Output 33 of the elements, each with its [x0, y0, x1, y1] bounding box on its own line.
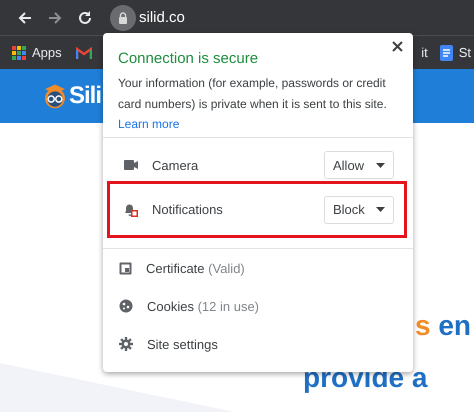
apps-grid-icon	[12, 46, 26, 60]
permission-label: Camera	[152, 158, 200, 172]
address-text[interactable]: silid.co	[139, 9, 185, 26]
lock-icon	[118, 12, 128, 24]
close-icon[interactable]	[392, 41, 403, 52]
site-info-button[interactable]	[110, 4, 136, 30]
popup-title: Connection is secure	[118, 50, 260, 67]
caret-icon	[376, 207, 385, 212]
site-info-item[interactable]: Certificate (Valid)	[103, 249, 413, 287]
caret-icon	[376, 162, 385, 168]
security-description: Your information (for example, passwords or credit card numbers) is private when it is sent to this site.	[118, 75, 388, 113]
reload-icon	[77, 10, 93, 26]
site-info-item[interactable]: Site settings	[103, 325, 413, 363]
settings-icon	[119, 337, 133, 351]
bookmark[interactable]: it	[421, 45, 428, 60]
permission-dropdown[interactable]: Allow	[324, 151, 394, 179]
site-info-item[interactable]: Cookies (12 in use)	[103, 287, 413, 325]
camera-icon	[124, 160, 138, 170]
blocked-bell-icon	[124, 202, 138, 216]
back-arrow-icon	[17, 10, 33, 26]
site-logo-text: Sili	[69, 82, 102, 110]
headline-text: s en	[415, 309, 472, 343]
bookmark[interactable]: Apps	[12, 45, 62, 60]
certificate-icon	[119, 262, 132, 274]
document-icon	[440, 44, 453, 60]
owl-logo-icon	[42, 82, 68, 110]
learn-more-link[interactable]: Learn more	[118, 117, 180, 131]
permission-dropdown[interactable]: Block	[324, 196, 394, 224]
bookmark[interactable]: St	[440, 44, 471, 60]
forward-arrow-icon	[47, 10, 63, 26]
permission-label: Notifications	[152, 202, 224, 217]
cookie-icon	[119, 299, 133, 313]
headline-text: provide a	[303, 361, 428, 395]
